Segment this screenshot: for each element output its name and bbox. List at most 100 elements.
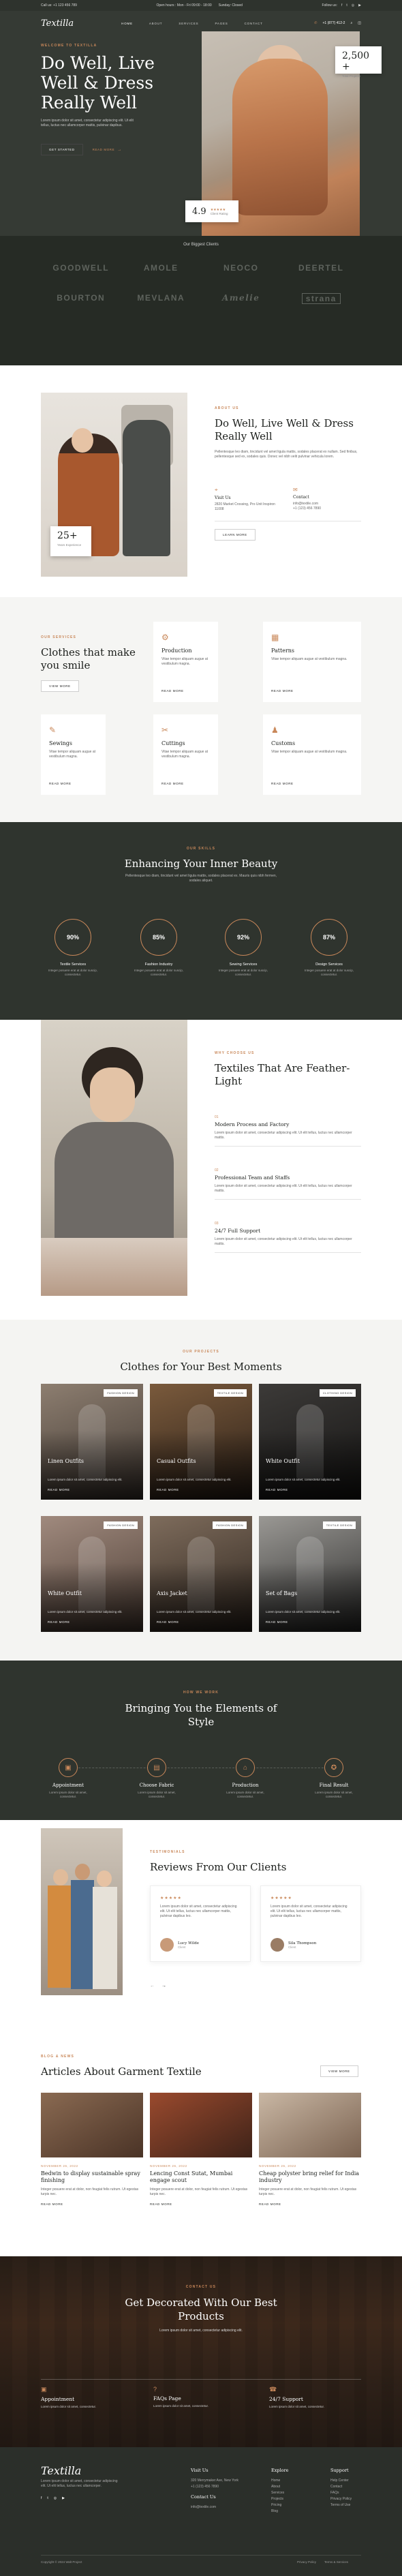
project-card[interactable]: CLOTHING DESIGN White Outfit Lorem ipsum d…: [259, 1384, 361, 1500]
cta-item[interactable]: ? FAQs Page Lorem ipsum dolor sit amet, …: [153, 2386, 249, 2408]
footer-link[interactable]: Privacy Policy: [330, 2496, 378, 2502]
project-read-more[interactable]: READ MORE: [157, 1488, 179, 1491]
footer-link[interactable]: Services: [271, 2490, 319, 2496]
service-read-more[interactable]: READ MORE: [271, 689, 294, 693]
site-logo[interactable]: Textilla: [41, 18, 74, 29]
about-section: 25+ Years Experience ABOUT US Do Well, L…: [0, 365, 402, 597]
facebook-icon[interactable]: f: [341, 3, 342, 7]
get-started-button[interactable]: GET STARTED: [41, 144, 83, 155]
footer-link[interactable]: Help Center: [330, 2478, 378, 2484]
nav-link-contact[interactable]: CONTACT: [245, 22, 263, 25]
privacy-policy-link[interactable]: Privacy Policy: [297, 2560, 316, 2564]
project-card[interactable]: FASHION DESIGN Linen Outfits Lorem ipsum d…: [41, 1384, 143, 1500]
project-card[interactable]: TEXTILE DESIGN Casual Outfits Lorem ipsum …: [150, 1384, 252, 1500]
project-card[interactable]: FASHION DESIGN Axis Jacket Lorem ipsum dol…: [150, 1516, 252, 1632]
choose-item-num: 02: [215, 1168, 219, 1172]
hero-read-more-link[interactable]: READ MORE: [93, 148, 115, 151]
youtube-icon[interactable]: ▶: [62, 2496, 65, 2502]
bag-icon[interactable]: ◫: [358, 21, 361, 25]
cta-item-text: Lorem ipsum dolor sit amet, consectetur.: [269, 2405, 325, 2408]
service-card-patterns[interactable]: ▦ Patterns Vitae tempor aliquam augue at…: [263, 622, 361, 702]
service-read-more[interactable]: READ MORE: [161, 782, 184, 785]
arrow-right-icon[interactable]: →: [161, 1984, 166, 1988]
blog-post-title[interactable]: Bedwin to display sustainable spray fini…: [41, 2170, 143, 2184]
terms-link[interactable]: Terms & Services: [324, 2560, 348, 2564]
topbar-phone[interactable]: Call us: +1 123 456 789: [41, 3, 77, 7]
footer-explore-title: Explore: [271, 2468, 289, 2473]
footer-logo[interactable]: Textilla: [41, 2466, 123, 2476]
nav-link-services[interactable]: SERVICES: [179, 22, 198, 25]
blog-post-read-more[interactable]: READ MORE: [41, 2202, 143, 2206]
blog-post[interactable]: NOVEMBER 26, 2022 Bedwin to display susta…: [41, 2093, 143, 2206]
services-view-more-button[interactable]: VIEW MORE: [41, 680, 79, 692]
service-read-more[interactable]: READ MORE: [161, 689, 184, 693]
blog-view-more-button[interactable]: VIEW MORE: [320, 2065, 358, 2077]
nav-link-home[interactable]: HOME: [121, 22, 133, 25]
project-card-overlay: [150, 1516, 252, 1632]
learn-more-button[interactable]: LEARN MORE: [215, 529, 256, 541]
service-read-more[interactable]: READ MORE: [271, 782, 294, 785]
pattern-icon: ▦: [271, 633, 279, 642]
nav-phone[interactable]: +1 (877) 412-2: [323, 21, 345, 25]
blog-post-image[interactable]: [150, 2093, 252, 2157]
footer-link[interactable]: About: [271, 2484, 319, 2490]
footer-link[interactable]: FAQs: [330, 2490, 378, 2496]
project-read-more[interactable]: READ MORE: [266, 1488, 288, 1491]
blog-post-image[interactable]: [41, 2093, 143, 2157]
footer-link[interactable]: Home: [271, 2478, 319, 2484]
arrow-left-icon[interactable]: ←: [150, 1984, 155, 1988]
instagram-icon[interactable]: ◎: [54, 2496, 57, 2502]
experience-card: 25+ Years Experience: [50, 526, 91, 556]
nav-link-pages[interactable]: PAGES: [215, 22, 228, 25]
contact-email[interactable]: info@textile.com: [293, 502, 361, 506]
review-name: Sila Thompson: [288, 1941, 317, 1945]
footer-link[interactable]: Projects: [271, 2496, 319, 2502]
search-icon[interactable]: ⌕: [350, 21, 352, 25]
service-read-more[interactable]: READ MORE: [49, 782, 72, 785]
review-card: ★★★★★ Lorem ipsum dolor sit amet, consec…: [150, 1885, 251, 1962]
cta-item[interactable]: ▣ Appointment Lorem ipsum dolor sit amet…: [41, 2386, 136, 2408]
service-card-production[interactable]: ⚙ Production Vitae tempor aliquam augue …: [153, 622, 218, 702]
cta-item[interactable]: ☎ 24/7 Support Lorem ipsum dolor sit ame…: [269, 2386, 365, 2408]
project-card[interactable]: FASHION DESIGN White Outfit Lorem ipsum do…: [41, 1516, 143, 1632]
blog-post[interactable]: NOVEMBER 26, 2022 Lencing Const Sutat, Mu…: [150, 2093, 252, 2206]
review-author: Lucy Wilde Client: [160, 1938, 199, 1952]
blog-post-title[interactable]: Lencing Const Sutat, Mumbai engage scout: [150, 2170, 252, 2184]
service-card-cuttings[interactable]: ✂ Cuttings Vitae tempor aliquam augue at…: [153, 714, 218, 795]
footer-social: f t ◎ ▶: [41, 2496, 123, 2502]
footer-link[interactable]: Blog: [271, 2509, 319, 2515]
project-tag: TEXTILE DESIGN: [322, 1521, 356, 1529]
blog-post-image[interactable]: [259, 2093, 361, 2157]
project-read-more[interactable]: READ MORE: [48, 1488, 70, 1491]
footer-link[interactable]: Terms of Use: [330, 2502, 378, 2509]
project-read-more[interactable]: READ MORE: [157, 1620, 179, 1624]
nav-link-about[interactable]: ABOUT: [149, 22, 163, 25]
footer-link[interactable]: Contact: [330, 2484, 378, 2490]
question-icon: ?: [153, 2386, 157, 2393]
project-read-more[interactable]: READ MORE: [266, 1620, 288, 1624]
footer-link[interactable]: Pricing: [271, 2502, 319, 2509]
blog-post-title[interactable]: Cheap polyster bring relief for India in…: [259, 2170, 361, 2184]
twitter-icon[interactable]: t: [346, 3, 347, 7]
footer-phone[interactable]: +1 (123) 456 7890: [191, 2484, 259, 2490]
blog-post-read-more[interactable]: READ MORE: [150, 2202, 252, 2206]
choose-eyebrow: WHY CHOOSE US: [215, 1051, 255, 1055]
contact-phone[interactable]: +1 (123) 456 7890: [293, 506, 361, 511]
facebook-icon[interactable]: f: [41, 2496, 42, 2502]
project-read-more[interactable]: READ MORE: [48, 1620, 70, 1624]
project-card[interactable]: TEXTILE DESIGN Set of Bags Lorem ipsum dol…: [259, 1516, 361, 1632]
about-title: Do Well, Live Well & Dress Really Well: [215, 417, 354, 442]
youtube-icon[interactable]: ▶: [358, 3, 361, 7]
project-title: Axis Jacket: [157, 1590, 187, 1596]
instagram-icon[interactable]: ◎: [352, 3, 354, 7]
skill-label: Fashion Industry: [144, 963, 173, 967]
blog-post[interactable]: NOVEMBER 26, 2022 Cheap polyster bring re…: [259, 2093, 361, 2206]
twitter-icon[interactable]: t: [47, 2496, 48, 2502]
footer-email[interactable]: info@textile.com: [191, 2504, 259, 2511]
service-card-customs[interactable]: ♟ Customs Vitae tempor aliquam augue at …: [263, 714, 361, 795]
service-card-sewings[interactable]: ✎ Sewings Vitae tempor aliquam augue at …: [41, 714, 106, 795]
blog-post-read-more[interactable]: READ MORE: [259, 2202, 361, 2206]
choose-title: Textiles That Are Feather-Light: [215, 1062, 350, 1087]
review-stars-icon: ★★★★★: [160, 1896, 182, 1900]
skill-caption: Sewing Services Integer posuere erat at …: [213, 963, 274, 977]
